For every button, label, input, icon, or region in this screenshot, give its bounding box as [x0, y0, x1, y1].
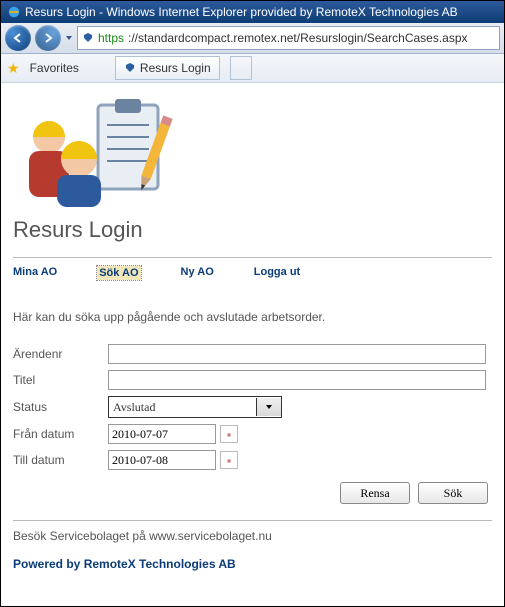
window-title: Resurs Login - Windows Internet Explorer… [25, 5, 458, 19]
fran-datum-label: Från datum [13, 427, 108, 441]
calendar-icon[interactable]: ▦ [220, 425, 238, 443]
url-scheme: https [98, 31, 124, 45]
window-titlebar: Resurs Login - Windows Internet Explorer… [1, 1, 504, 23]
till-datum-input[interactable] [108, 450, 216, 470]
status-select[interactable]: Avslutad [108, 396, 282, 418]
titel-input[interactable] [108, 370, 486, 390]
chevron-down-icon [256, 398, 281, 416]
new-tab-button[interactable] [230, 56, 252, 80]
history-dropdown-icon[interactable] [65, 34, 73, 42]
browser-tab-active[interactable]: Resurs Login [115, 56, 220, 80]
menu-mina-ao[interactable]: Mina AO [13, 266, 57, 280]
tab-site-icon [124, 62, 136, 74]
fran-datum-input[interactable] [108, 424, 216, 444]
main-menu: Mina AO Sök AO Ny AO Logga ut [13, 257, 492, 284]
page-content: Resurs Login Mina AO Sök AO Ny AO Logga … [1, 83, 504, 571]
intro-text: Här kan du söka upp pågående och avsluta… [13, 310, 492, 324]
arrow-right-icon [42, 32, 54, 44]
arendenr-label: Ärendenr [13, 347, 108, 361]
till-datum-label: Till datum [13, 453, 108, 467]
menu-ny-ao[interactable]: Ny AO [181, 266, 214, 280]
footer-text: Besök Servicebolaget på www.servicebolag… [13, 520, 492, 543]
tab-label: Resurs Login [140, 61, 211, 75]
url-rest: ://standardcompact.remotex.net/Resurslog… [128, 31, 468, 45]
menu-logga-ut[interactable]: Logga ut [254, 266, 300, 280]
favorites-label[interactable]: Favorites [30, 61, 79, 75]
back-button[interactable] [5, 25, 31, 51]
status-value: Avslutad [109, 400, 159, 415]
rensa-button[interactable]: Rensa [340, 482, 410, 504]
page-title: Resurs Login [13, 217, 492, 243]
titel-label: Titel [13, 373, 108, 387]
app-logo [13, 97, 183, 207]
favorites-star-icon[interactable]: ★ [7, 60, 20, 77]
site-icon [82, 32, 94, 44]
status-label: Status [13, 400, 108, 414]
sok-button[interactable]: Sök [418, 482, 488, 504]
arendenr-input[interactable] [108, 344, 486, 364]
arrow-left-icon [12, 32, 24, 44]
calendar-icon[interactable]: ▦ [220, 451, 238, 469]
ie-icon [7, 5, 21, 19]
menu-sok-ao[interactable]: Sök AO [97, 266, 140, 280]
browser-navbar: https ://standardcompact.remotex.net/Resu… [1, 23, 504, 54]
powered-by: Powered by RemoteX Technologies AB [13, 557, 492, 571]
favorites-bar: ★ Favorites Resurs Login [1, 54, 504, 83]
forward-button[interactable] [35, 25, 61, 51]
address-bar[interactable]: https ://standardcompact.remotex.net/Resu… [77, 26, 500, 50]
